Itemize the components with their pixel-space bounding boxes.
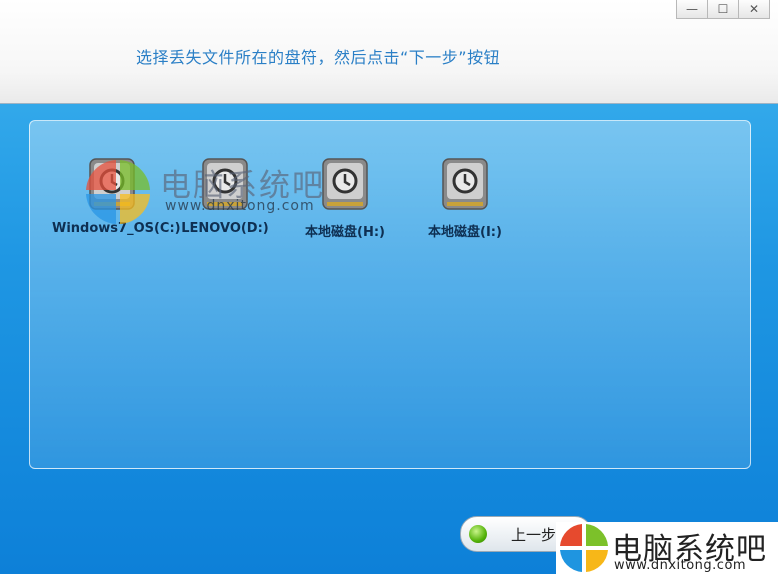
hard-drive-icon bbox=[322, 158, 368, 210]
drive-label-d: LENOVO(D:) bbox=[181, 221, 269, 236]
drive-item-i[interactable]: 本地磁盘(I:) bbox=[405, 155, 525, 240]
watermark-corner-url: www.dnxitong.com bbox=[614, 558, 747, 573]
hard-drive-icon bbox=[442, 158, 488, 210]
close-button[interactable]: ✕ bbox=[739, 0, 770, 19]
minimize-button[interactable]: — bbox=[676, 0, 708, 19]
windows-logo-icon bbox=[560, 524, 608, 572]
drive-label-h: 本地磁盘(H:) bbox=[305, 225, 385, 240]
watermark-url: www.dnxitong.com bbox=[165, 198, 315, 214]
instruction-text: 选择丢失文件所在的盘符，然后点击“下一步”按钮 bbox=[136, 48, 501, 67]
previous-step-label: 上一步 bbox=[511, 525, 557, 544]
windows-logo-watermark-icon bbox=[86, 160, 150, 224]
watermark-corner: 电脑系统吧 www.dnxitong.com bbox=[556, 522, 778, 574]
drive-label-i: 本地磁盘(I:) bbox=[428, 225, 502, 240]
green-dot-icon bbox=[469, 525, 487, 543]
window-controls: — ☐ ✕ bbox=[676, 0, 770, 19]
maximize-button[interactable]: ☐ bbox=[708, 0, 739, 19]
header-bar: 选择丢失文件所在的盘符，然后点击“下一步”按钮 — ☐ ✕ bbox=[0, 0, 778, 104]
